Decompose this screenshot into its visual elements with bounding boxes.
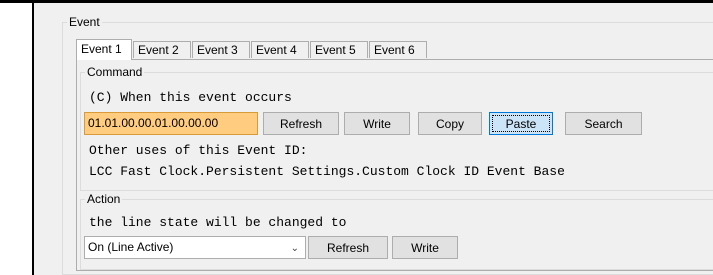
action-description: the line state will be changed to — [89, 215, 347, 230]
window-left-strip — [34, 3, 46, 275]
copy-button[interactable]: Copy — [418, 112, 482, 135]
event-group-legend: Event — [67, 15, 102, 29]
search-button[interactable]: Search — [565, 112, 642, 135]
tab-event-2[interactable]: Event 2 — [133, 41, 191, 58]
tab-event-5[interactable]: Event 5 — [310, 41, 368, 58]
other-uses-label: Other uses of this Event ID: — [89, 143, 308, 158]
tab-event-4[interactable]: Event 4 — [251, 41, 309, 58]
command-description: (C) When this event occurs — [89, 90, 292, 105]
tab-event-1[interactable]: Event 1 — [76, 39, 132, 60]
event-id-field[interactable]: 01.01.00.00.01.00.00.00 — [84, 112, 258, 135]
line-state-selected-value: On (Line Active) — [88, 240, 174, 254]
line-state-select[interactable]: On (Line Active) ⌄ — [84, 236, 306, 259]
tab-event-6[interactable]: Event 6 — [369, 41, 427, 58]
command-write-button[interactable]: Write — [344, 112, 410, 135]
paste-button-focus-ring — [492, 115, 550, 132]
paste-button[interactable]: Paste — [489, 112, 553, 135]
chevron-down-icon[interactable]: ⌄ — [291, 238, 299, 259]
action-group — [80, 199, 713, 270]
action-refresh-button[interactable]: Refresh — [308, 236, 388, 259]
tab-event-3[interactable]: Event 3 — [192, 41, 250, 58]
other-uses-value: LCC Fast Clock.Persistent Settings.Custo… — [89, 164, 565, 179]
action-group-legend: Action — [85, 192, 123, 206]
command-refresh-button[interactable]: Refresh — [263, 112, 339, 135]
action-write-button[interactable]: Write — [392, 236, 458, 259]
command-group-legend: Command — [85, 65, 145, 79]
